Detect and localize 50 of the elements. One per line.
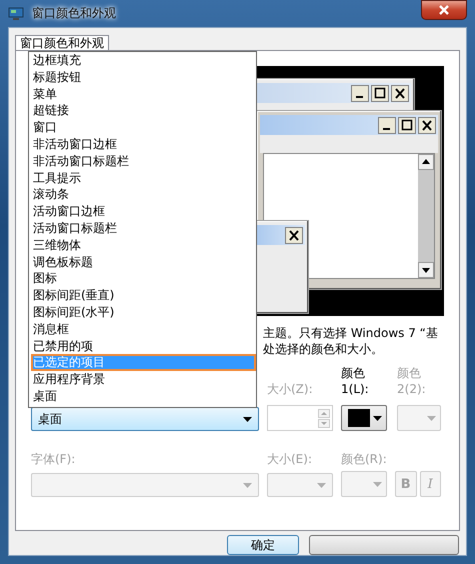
dropdown-option[interactable]: 滚动条 — [31, 186, 256, 204]
close-button[interactable] — [421, 0, 467, 20]
dropdown-option[interactable]: 三维物体 — [31, 236, 256, 254]
field-label: 颜色 2(2): — [397, 365, 427, 397]
dropdown-option[interactable]: 超链接 — [31, 102, 256, 120]
dropdown-option[interactable]: 菜单 — [31, 86, 256, 102]
caret-icon — [373, 482, 382, 486]
scroll-up-icon[interactable] — [418, 154, 434, 170]
minimize-icon[interactable] — [378, 116, 396, 134]
field-label: 颜色 1(L): — [341, 365, 370, 397]
dropdown-option[interactable]: 工具提示 — [31, 170, 256, 186]
dropdown-option[interactable]: 图标间距(水平) — [31, 304, 256, 321]
dropdown-option[interactable]: 桌面 — [31, 388, 256, 405]
dropdown-option[interactable]: 图标 — [31, 270, 256, 288]
field-label: 大小(Z): — [267, 381, 313, 397]
tab[interactable]: 窗口颜色和外观 — [15, 35, 109, 50]
close-icon[interactable] — [285, 226, 303, 244]
description-text: 处选择的颜色和大小。 — [263, 341, 383, 357]
caret-icon — [427, 416, 436, 420]
dropdown-option[interactable]: 标题按钮 — [31, 68, 256, 86]
dropdown-option[interactable]: 活动窗口标题栏 — [31, 220, 256, 237]
scroll-down-icon[interactable] — [418, 262, 434, 278]
field-label: 大小(E): — [267, 451, 312, 467]
ok-button[interactable]: 确定 — [227, 535, 299, 555]
field-label: 字体(F): — [31, 451, 76, 467]
dropdown-option[interactable]: 应用程序背景 — [31, 371, 256, 388]
dropdown-option[interactable]: 图标间距(垂直) — [31, 287, 256, 304]
close-icon[interactable] — [418, 116, 436, 134]
maximize-icon[interactable] — [398, 116, 416, 134]
color-picker-button[interactable] — [341, 405, 387, 431]
dropdown-option[interactable]: 窗口 — [31, 119, 256, 136]
dropdown-option[interactable]: 已禁用的项 — [31, 338, 256, 354]
caret-icon — [243, 416, 252, 422]
dropdown-option[interactable]: 非活动窗口标题栏 — [31, 152, 256, 170]
field-label: 颜色(R): — [341, 451, 387, 467]
item-dropdown[interactable]: 桌面 — [31, 407, 259, 431]
caret-icon — [373, 416, 382, 420]
window-title: 窗口颜色和外观 — [32, 5, 117, 22]
dropdown-option[interactable]: 消息框 — [31, 320, 256, 338]
scrollbar[interactable] — [418, 154, 434, 278]
dropdown-option[interactable]: 活动窗口边框 — [31, 203, 256, 220]
dropdown-option[interactable]: 边框填充 — [31, 52, 256, 69]
description-text: 主题。只有选择 Windows 7 “基 — [263, 325, 438, 341]
caret-icon — [243, 482, 252, 488]
caret-icon — [317, 482, 326, 488]
blank-button[interactable] — [309, 535, 459, 555]
app-icon — [8, 6, 24, 20]
close-icon — [438, 4, 450, 14]
dropdown-option[interactable]: 调色板标题 — [31, 254, 256, 270]
dropdown-option[interactable]: 非活动窗口边框 — [31, 136, 256, 153]
